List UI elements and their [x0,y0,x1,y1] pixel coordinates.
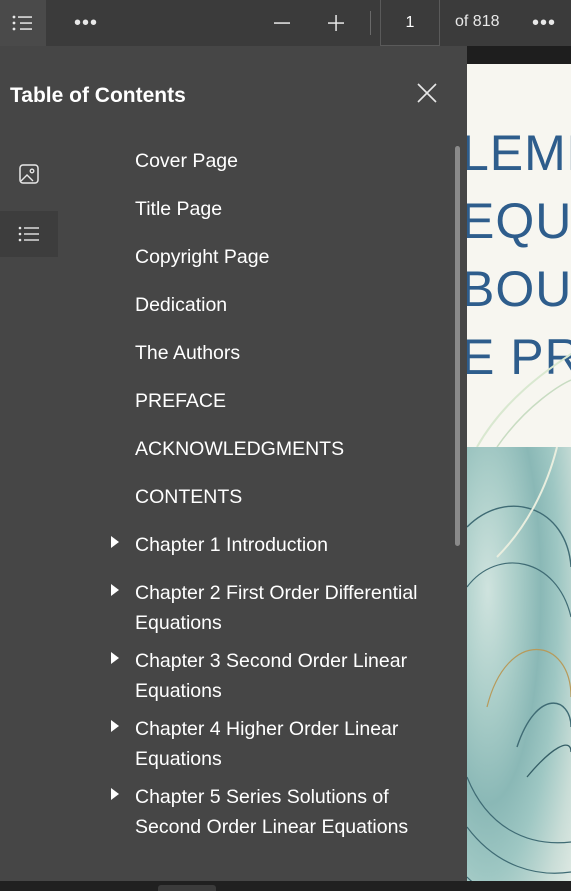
bottom-bar [0,881,571,891]
toc-item-label: Copyright Page [135,246,270,268]
panel-title: Table of Contents [10,84,186,107]
toc-item[interactable]: ACKNOWLEDGMENTS [0,426,455,474]
expand-arrow-icon[interactable] [110,651,120,665]
toc-item-label: The Authors [135,342,241,364]
toc-item-label: PREFACE [135,390,227,412]
toc-item[interactable]: The Authors [0,330,455,378]
table-of-contents-icon[interactable] [0,0,46,46]
toc-item[interactable]: Title Page [0,186,455,234]
minus-icon [274,22,290,24]
cover-artwork [467,446,571,881]
toc-item-label: ACKNOWLEDGMENTS [135,438,345,460]
toc-item[interactable]: Cover Page [0,138,455,186]
expand-arrow-icon[interactable] [110,787,120,801]
zoom-out-button[interactable] [264,0,300,46]
cover-page: LEME EQUA BOU E PRO [467,64,571,881]
toc-item-label: Chapter 4 Higher Order Linear Equations [135,718,399,770]
toc-item-label: Cover Page [135,150,238,172]
table-of-contents-panel: Table of Contents Cover Page Title Page [0,46,467,881]
toc-item-label: Chapter 5 Series Solutions of Second Ord… [135,786,409,838]
toc-item[interactable]: CONTENTS [0,474,455,522]
expand-arrow-icon[interactable] [110,583,120,597]
horizontal-scrollbar-thumb[interactable] [158,885,216,891]
toc-item-label: Chapter 3 Second Order Linear Equations [135,650,408,702]
toc-item[interactable]: Chapter 5 Series Solutions of Second Ord… [0,774,455,842]
toc-item[interactable]: Copyright Page [0,234,455,282]
more-options-right-button[interactable]: ••• [524,0,564,46]
plus-icon [328,15,344,31]
toc-item-label: Chapter 2 First Order Differential Equat… [135,582,418,634]
toc-item-label: CONTENTS [135,486,243,508]
toc-item-label: Dedication [135,294,228,316]
cover-swirl-art [476,353,571,447]
more-options-button[interactable]: ••• [66,0,106,46]
cover-title-area: LEME EQUA BOU E PRO [467,64,571,447]
toc-item[interactable]: Chapter 4 Higher Order Linear Equations [0,706,455,774]
toc-item-label: Title Page [135,198,223,220]
toc-item-label: Chapter 1 Introduction [135,534,328,556]
toc-item[interactable]: Chapter 1 Introduction [0,522,455,570]
toc-item[interactable]: PREFACE [0,378,455,426]
toc-item[interactable]: Chapter 2 First Order Differential Equat… [0,570,455,638]
toc-item[interactable]: Dedication [0,282,455,330]
toc-list: Cover Page Title Page Copyright Page Ded… [0,138,455,842]
expand-arrow-icon[interactable] [110,719,120,733]
close-icon[interactable] [414,80,440,106]
toc-scrollbar[interactable] [455,146,460,546]
page-number-input[interactable] [380,0,440,46]
document-view[interactable]: LEME EQUA BOU E PRO [467,46,571,881]
zoom-in-button[interactable] [318,0,354,46]
page-total-label: of 818 [455,13,500,30]
toolbar-divider [370,11,371,35]
toc-item[interactable]: Chapter 3 Second Order Linear Equations [0,638,455,706]
expand-arrow-icon[interactable] [110,535,120,549]
toolbar: ••• of 818 ••• [0,0,571,46]
